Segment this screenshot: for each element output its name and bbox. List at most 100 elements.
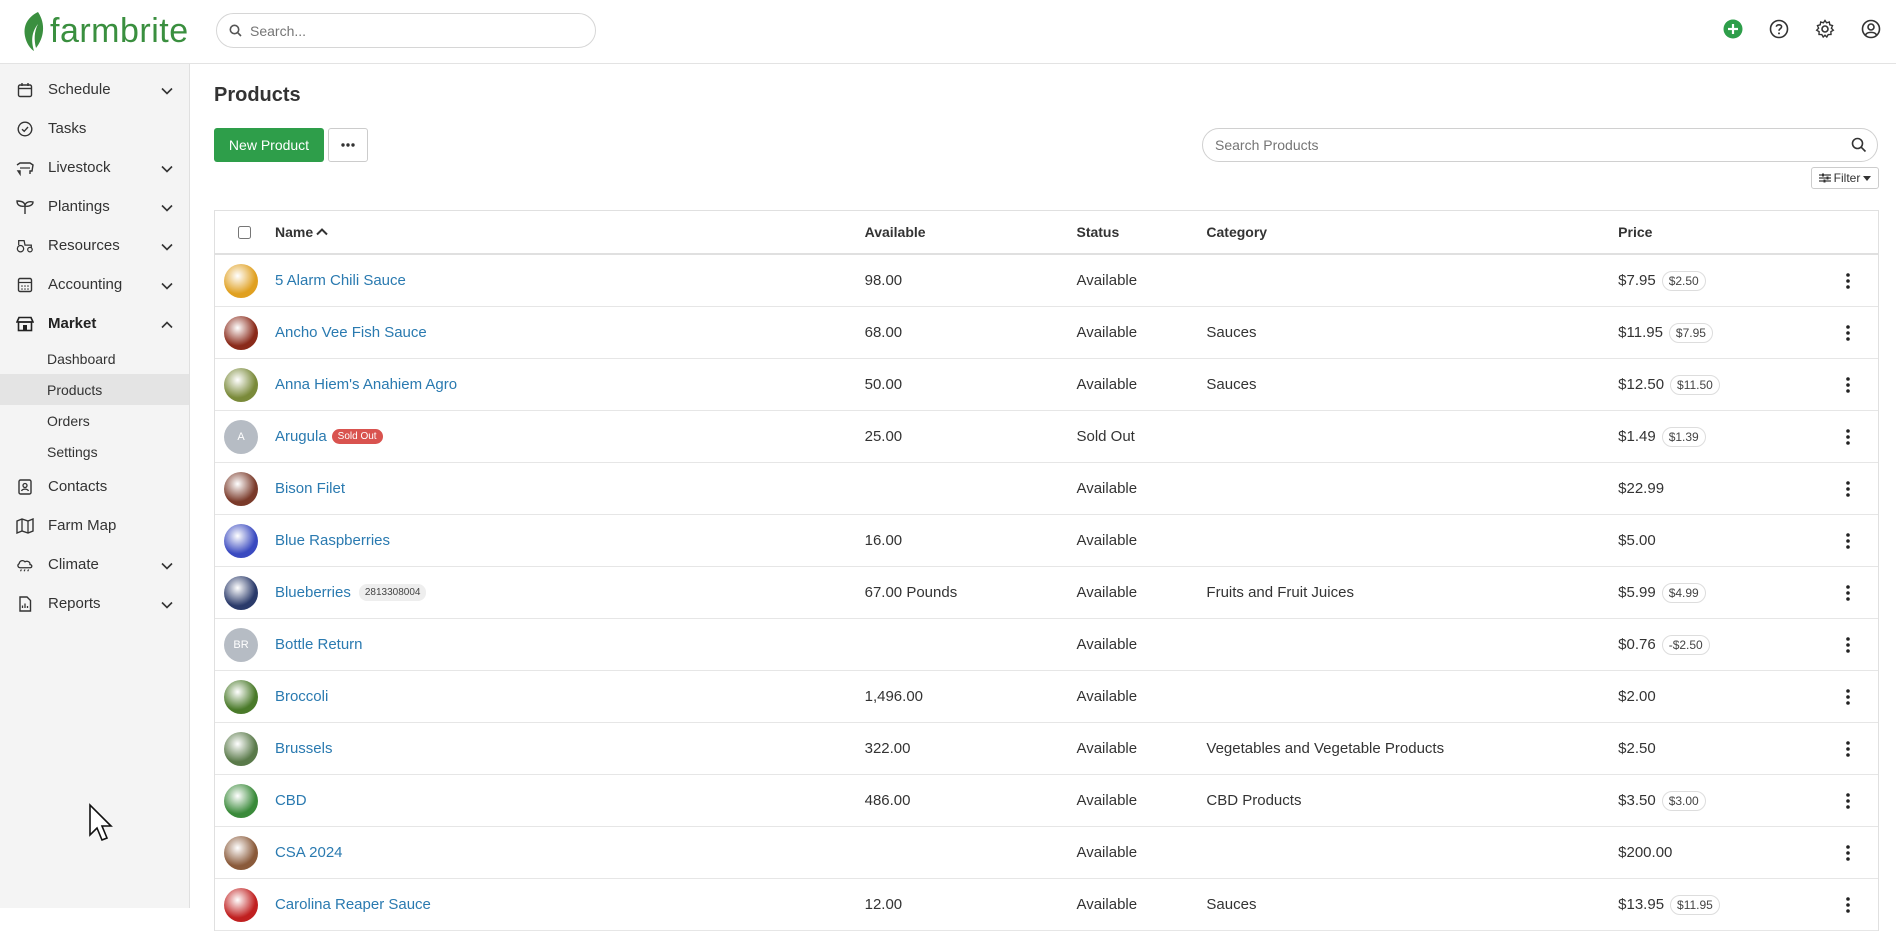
row-actions-button[interactable]: [1818, 584, 1878, 601]
kebab-menu-icon: [1846, 688, 1850, 705]
sku-badge: 2813308004: [358, 584, 427, 601]
table-row[interactable]: Ancho Vee Fish Sauce 68.00 Available Sauces…: [215, 307, 1878, 359]
table-row[interactable]: BR Bottle Return Available $0.76 -$2.50: [215, 619, 1878, 671]
column-header-category[interactable]: Category: [1206, 224, 1618, 240]
alt-price-badge: $7.95: [1668, 322, 1713, 343]
sidebar-item-farm-map[interactable]: Farm Map: [0, 506, 189, 545]
column-header-status[interactable]: Status: [1076, 224, 1206, 240]
sidebar-item-market[interactable]: Market: [0, 304, 189, 343]
product-name-link[interactable]: Anna Hiem's Anahiem Agro: [275, 376, 457, 393]
price-cell: $5.00: [1618, 532, 1656, 549]
sidebar-item-resources[interactable]: Resources: [0, 226, 189, 265]
product-name-link[interactable]: Ancho Vee Fish Sauce: [275, 324, 427, 341]
table-row[interactable]: 5 Alarm Chili Sauce 98.00 Available $7.95 $2…: [215, 255, 1878, 307]
product-name-link[interactable]: Carolina Reaper Sauce: [275, 896, 431, 913]
chevron-down-icon: [161, 82, 173, 99]
sold-out-badge: Sold Out: [331, 429, 383, 444]
sidebar-item-contacts[interactable]: Contacts: [0, 467, 189, 506]
price-cell: $22.99: [1618, 480, 1665, 497]
sidebar-item-climate[interactable]: Climate: [0, 545, 189, 584]
available-cell: 12.00: [864, 896, 903, 913]
settings-button[interactable]: [1812, 16, 1838, 42]
product-search-input[interactable]: [1215, 137, 1835, 153]
column-header-available[interactable]: Available: [865, 224, 1077, 240]
category-cell: Vegetables and Vegetable Products: [1206, 740, 1445, 757]
market-icon: [16, 315, 34, 333]
table-row[interactable]: Brussels 322.00 Available Vegetables and Ve…: [215, 723, 1878, 775]
sidebar-item-accounting[interactable]: Accounting: [0, 265, 189, 304]
row-actions-button[interactable]: [1818, 532, 1878, 549]
global-search-input[interactable]: [250, 22, 570, 39]
product-name-link[interactable]: Blueberries: [275, 584, 351, 601]
product-thumbnail: [224, 523, 258, 558]
table-row[interactable]: CBD 486.00 Available CBD Products $3.50 $3.00: [215, 775, 1878, 827]
sidebar: Schedule Tasks Livestock Plantings Resou…: [0, 64, 190, 908]
sidebar-item-tasks[interactable]: Tasks: [0, 109, 189, 148]
product-name-link[interactable]: CBD: [275, 792, 307, 809]
price-cell: $12.50: [1618, 376, 1665, 393]
user-circle-icon: [1861, 19, 1881, 39]
account-button[interactable]: [1858, 16, 1884, 42]
product-name-link[interactable]: 5 Alarm Chili Sauce: [275, 272, 406, 289]
page-title: Products: [214, 84, 301, 106]
sidebar-item-label: Farm Map: [48, 517, 117, 534]
column-header-price[interactable]: Price: [1618, 224, 1818, 240]
row-actions-button[interactable]: [1818, 636, 1878, 653]
product-name-link[interactable]: Bottle Return: [275, 636, 363, 653]
table-row[interactable]: Bison Filet Available $22.99: [215, 463, 1878, 515]
table-row[interactable]: CSA 2024 Available $200.00: [215, 827, 1878, 879]
table-row[interactable]: Carolina Reaper Sauce 12.00 Available Sauce…: [215, 879, 1878, 931]
category-cell: CBD Products: [1206, 792, 1302, 809]
product-name-link[interactable]: Bison Filet: [275, 480, 345, 497]
row-actions-button[interactable]: [1818, 376, 1878, 393]
sidebar-item-livestock[interactable]: Livestock: [0, 148, 189, 187]
sidebar-subitem-orders[interactable]: Orders: [0, 405, 189, 436]
row-actions-button[interactable]: [1818, 896, 1878, 913]
row-actions-button[interactable]: [1818, 844, 1878, 861]
row-actions-button[interactable]: [1818, 740, 1878, 757]
status-cell: Available: [1076, 532, 1138, 549]
table-row[interactable]: A Arugula Sold Out 25.00 Sold Out $1.49 $1.39: [215, 411, 1878, 463]
product-avatar-initials: A: [224, 419, 258, 454]
sidebar-item-schedule[interactable]: Schedule: [0, 70, 189, 109]
sidebar-item-plantings[interactable]: Plantings: [0, 187, 189, 226]
table-row[interactable]: Blueberries 2813308004 67.00 Pounds Availab…: [215, 567, 1878, 619]
new-product-button[interactable]: New Product: [214, 128, 324, 162]
search-icon[interactable]: [1851, 137, 1867, 158]
product-name-link[interactable]: Blue Raspberries: [275, 532, 390, 549]
table-row[interactable]: Blue Raspberries 16.00 Available $5.00: [215, 515, 1878, 567]
product-name-link[interactable]: Brussels: [275, 740, 333, 757]
sidebar-subitem-products[interactable]: Products: [0, 374, 189, 405]
kebab-menu-icon: [1846, 376, 1850, 393]
row-actions-button[interactable]: [1818, 792, 1878, 809]
row-actions-button[interactable]: [1818, 688, 1878, 705]
product-name-link[interactable]: Arugula: [275, 428, 327, 445]
select-all-checkbox[interactable]: [238, 225, 252, 239]
status-cell: Available: [1076, 844, 1138, 861]
product-thumbnail: [224, 887, 258, 922]
farmbrite-logo[interactable]: farmbrite: [20, 8, 189, 54]
sidebar-subitem-settings[interactable]: Settings: [0, 436, 189, 467]
kebab-menu-icon: [1846, 428, 1850, 445]
row-actions-button[interactable]: [1818, 272, 1878, 289]
help-button[interactable]: [1766, 16, 1792, 42]
status-cell: Available: [1076, 740, 1138, 757]
sidebar-subitem-dashboard[interactable]: Dashboard: [0, 343, 189, 374]
product-thumbnail: [224, 367, 258, 402]
table-row[interactable]: Broccoli 1,496.00 Available $2.00: [215, 671, 1878, 723]
product-name-link[interactable]: Broccoli: [275, 688, 328, 705]
filter-button[interactable]: Filter: [1811, 167, 1879, 189]
add-button[interactable]: [1720, 16, 1746, 42]
row-actions-button[interactable]: [1818, 480, 1878, 497]
row-actions-button[interactable]: [1818, 324, 1878, 341]
available-cell: 25.00: [864, 428, 903, 445]
more-actions-button[interactable]: [328, 128, 368, 162]
column-header-name[interactable]: Name: [275, 224, 865, 240]
product-name-link[interactable]: CSA 2024: [275, 844, 343, 861]
available-cell: 486.00: [864, 792, 911, 809]
global-search[interactable]: [216, 13, 596, 48]
sidebar-item-reports[interactable]: Reports: [0, 584, 189, 623]
table-row[interactable]: Anna Hiem's Anahiem Agro 50.00 Available Sa…: [215, 359, 1878, 411]
product-search[interactable]: [1202, 128, 1878, 162]
row-actions-button[interactable]: [1818, 428, 1878, 445]
